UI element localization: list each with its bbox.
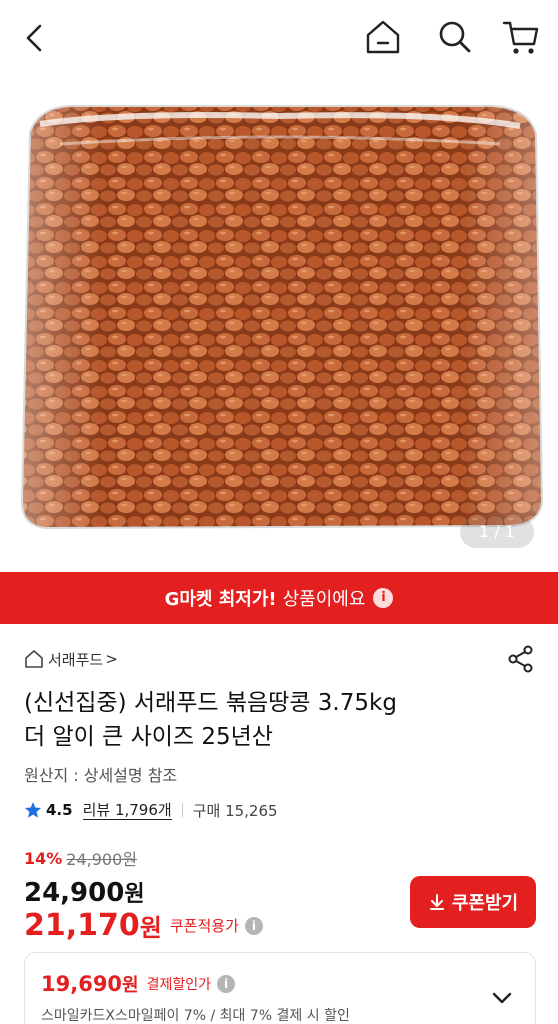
- discount-row: 14% 24,900원: [24, 846, 263, 870]
- get-coupon-label: 쿠폰받기: [451, 893, 519, 913]
- peanut-bag-image: [20, 104, 544, 530]
- sale-price-number: 24,900: [24, 878, 125, 908]
- chevron-right-icon: >: [105, 650, 118, 668]
- seller-link[interactable]: 서래푸드 >: [24, 646, 118, 672]
- title-line-1: (신선집중) 서래푸드 볶음땅콩 3.75kg: [24, 690, 397, 716]
- banner-strong-text: G마켓 최저가!: [164, 589, 277, 610]
- download-icon: [429, 894, 444, 910]
- banner-text: 상품이에요: [282, 589, 366, 610]
- coupon-price-label: 쿠폰적용가: [169, 917, 239, 935]
- payment-price-unit: 원: [122, 975, 139, 996]
- payment-price-row: 19,690 원 결제할인가 i: [41, 971, 236, 997]
- payment-discount-card[interactable]: 19,690 원 결제할인가 i 스마일카드X스마일페이 7% / 최대 7% …: [24, 952, 536, 1024]
- info-icon[interactable]: i: [373, 588, 394, 608]
- payment-price-number: 19,690: [41, 972, 123, 996]
- seller-name: 서래푸드: [48, 650, 104, 669]
- payment-price-label: 결제할인가: [146, 977, 212, 993]
- chevron-left-icon[interactable]: [16, 18, 56, 58]
- sale-price-unit: 원: [124, 882, 145, 907]
- discount-percent: 14%: [24, 848, 63, 868]
- cart-icon[interactable]: [500, 16, 542, 58]
- get-coupon-button[interactable]: 쿠폰받기: [410, 876, 536, 928]
- product-image[interactable]: 1 / 1: [0, 72, 558, 572]
- original-price: 24,900원: [66, 850, 138, 869]
- coupon-price: 21,170 원 쿠폰적용가 i: [24, 908, 263, 943]
- coupon-price-number: 21,170: [24, 908, 140, 943]
- title-line-2: 더 알이 큰 사이즈 25년산: [24, 724, 273, 750]
- share-icon[interactable]: [506, 644, 536, 674]
- image-counter: 1 / 1: [460, 516, 534, 548]
- star-icon: [25, 802, 41, 818]
- lowest-price-banner[interactable]: G마켓 최저가! 상품이에요 i: [0, 572, 558, 624]
- payment-detail: 스마일카드X스마일페이 7% / 최대 7% 결제 시 할인: [41, 1008, 350, 1024]
- review-link[interactable]: 리뷰 1,796개: [82, 801, 172, 820]
- rating-row: 4.5 리뷰 1,796개 구매 15,265: [24, 798, 278, 822]
- origin-text: 원산지 : 상세설명 참조: [24, 766, 178, 785]
- product-title: (신선집중) 서래푸드 볶음땅콩 3.75kg 더 알이 큰 사이즈 25년산: [24, 686, 534, 754]
- home-icon[interactable]: [362, 16, 404, 58]
- rating-score: 4.5: [46, 801, 73, 819]
- chevron-down-icon[interactable]: [489, 985, 515, 1011]
- price-block: 14% 24,900원 24,900원 21,170 원 쿠폰적용가 i: [24, 846, 263, 943]
- coupon-price-unit: 원: [139, 914, 162, 942]
- search-icon[interactable]: [434, 16, 474, 56]
- purchase-count: 구매 15,265: [192, 801, 278, 820]
- sale-price: 24,900원: [24, 876, 263, 908]
- top-bar: [0, 0, 558, 72]
- divider: [181, 803, 183, 817]
- info-icon[interactable]: i: [244, 916, 263, 935]
- home-icon: [25, 650, 43, 668]
- info-icon[interactable]: i: [217, 975, 236, 993]
